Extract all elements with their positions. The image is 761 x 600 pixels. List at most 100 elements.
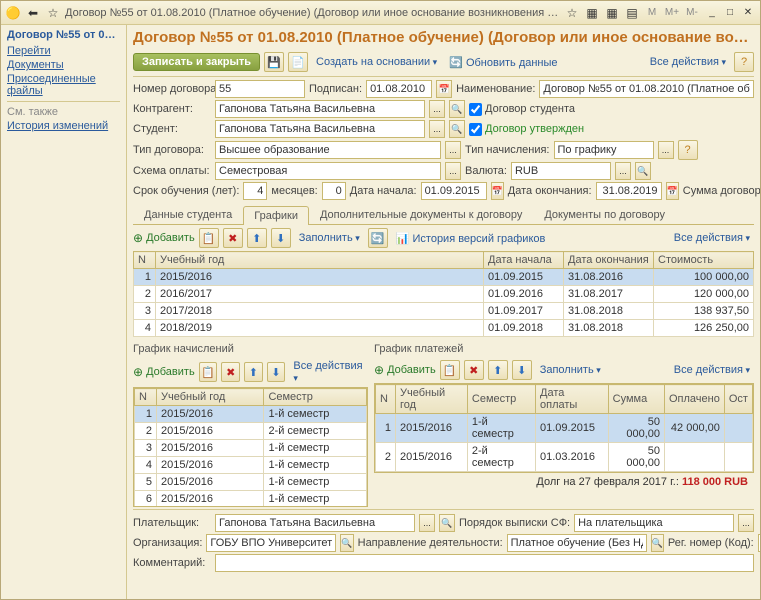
grid-icon[interactable]: ▦ (604, 5, 620, 21)
all-actions-button[interactable]: Все действия (646, 56, 730, 68)
star-icon[interactable]: ☆ (45, 5, 61, 21)
help-icon[interactable]: ? (734, 52, 754, 72)
counterparty-search-btn[interactable]: 🔍 (449, 100, 465, 118)
accrual-delete-icon[interactable]: ✖ (221, 362, 240, 382)
table-row[interactable]: 32017/201801.09.201731.08.2018138 937,50 (134, 303, 754, 320)
table-row[interactable]: 12015/20161-й семестр (135, 406, 367, 423)
accrual-table[interactable]: N Учебный год Семестр 12015/20161-й семе… (134, 388, 367, 507)
end-date-input[interactable] (596, 182, 662, 200)
m-plus-btn[interactable]: M+ (664, 5, 680, 21)
payer-input[interactable] (215, 514, 415, 532)
save-close-button[interactable]: Записать и закрыть (133, 53, 260, 71)
approved-checkbox[interactable]: Договор утвержден (469, 123, 584, 136)
payment-add-button[interactable]: Добавить (374, 363, 436, 377)
table-row[interactable]: 22015/20162-й семестр01.03.201650 000,00 (376, 443, 753, 472)
counterparty-select-btn[interactable]: ... (429, 100, 445, 118)
graph-fill-button[interactable]: Заполнить (295, 232, 364, 244)
maximize-btn[interactable]: □ (722, 6, 738, 20)
create-based-button[interactable]: Создать на основании (312, 56, 441, 68)
graph-down-icon[interactable]: ⬇ (271, 228, 291, 248)
calc-icon[interactable]: ▤ (624, 5, 640, 21)
org-input[interactable] (206, 534, 336, 552)
payment-scheme-input[interactable] (215, 162, 441, 180)
tab-additional-docs[interactable]: Дополнительные документы к договору (309, 205, 533, 224)
table-row[interactable]: 12015/20161-й семестр01.09.201550 000,00… (376, 414, 753, 443)
table-row[interactable]: 42015/20161-й семестр (135, 457, 367, 474)
graph-refresh-icon[interactable]: 🔄 (368, 228, 388, 248)
tab-student-data[interactable]: Данные студента (133, 205, 243, 224)
type-input[interactable] (215, 141, 441, 159)
refresh-button[interactable]: 🔄 Обновить данные (445, 56, 561, 69)
payer-search-btn[interactable]: 🔍 (439, 514, 455, 532)
sf-order-input[interactable] (574, 514, 734, 532)
sidebar-link-docs[interactable]: Документы (7, 59, 120, 71)
graph-up-icon[interactable]: ⬆ (247, 228, 267, 248)
close-btn[interactable]: ✕ (740, 6, 756, 20)
term-months-input[interactable] (322, 182, 346, 200)
graph-delete-icon[interactable]: ✖ (223, 228, 243, 248)
graph-all-actions[interactable]: Все действия (670, 232, 754, 244)
direction-btn[interactable]: 🔍 (651, 534, 664, 552)
sf-order-btn[interactable]: ... (738, 514, 754, 532)
accrual-add-button[interactable]: Добавить (133, 365, 195, 379)
payment-table[interactable]: N Учебный год Семестр Дата оплаты Сумма … (375, 384, 753, 472)
payment-scheme-btn[interactable]: ... (445, 162, 461, 180)
payer-btn[interactable]: ... (419, 514, 435, 532)
start-date-btn[interactable]: 📅 (491, 182, 504, 200)
table-row[interactable]: 12015/201601.09.201531.08.2016100 000,00 (134, 269, 754, 286)
student-select-btn[interactable]: ... (429, 120, 445, 138)
table-row[interactable]: 42018/201901.09.201831.08.2018126 250,00 (134, 320, 754, 337)
graph-table[interactable]: N Учебный год Дата начала Дата окончания… (133, 251, 754, 337)
m-btn[interactable]: M (644, 5, 660, 21)
direction-input[interactable] (507, 534, 647, 552)
tab-contract-docs[interactable]: Документы по договору (533, 205, 676, 224)
reg-num-input[interactable] (758, 534, 760, 552)
term-years-input[interactable] (243, 182, 267, 200)
currency-btn[interactable]: ... (615, 162, 631, 180)
type-select-btn[interactable]: ... (445, 141, 461, 159)
accrual-all-actions[interactable]: Все действия (289, 360, 368, 384)
signed-date-btn[interactable]: 📅 (436, 80, 452, 98)
payment-down-icon[interactable]: ⬇ (512, 360, 532, 380)
currency-search-btn[interactable]: 🔍 (635, 162, 651, 180)
payment-delete-icon[interactable]: ✖ (464, 360, 484, 380)
save-icon[interactable]: 💾 (264, 52, 284, 72)
accrual-copy-icon[interactable]: 📋 (199, 362, 218, 382)
fav-icon[interactable]: ☆ (564, 5, 580, 21)
sidebar-link-goto[interactable]: Перейти (7, 45, 120, 57)
tab-schedules[interactable]: Графики (243, 206, 309, 225)
graph-history-button[interactable]: 📊 История версий графиков (392, 232, 550, 245)
org-btn[interactable]: 🔍 (340, 534, 353, 552)
accrual-type-input[interactable] (554, 141, 654, 159)
table-row[interactable]: 62015/20161-й семестр (135, 491, 367, 508)
graph-copy-icon[interactable]: 📋 (199, 228, 219, 248)
signed-input[interactable] (366, 80, 432, 98)
payment-fill-button[interactable]: Заполнить (536, 364, 605, 376)
comment-input[interactable] (215, 554, 754, 572)
doc-icon[interactable]: 📄 (288, 52, 308, 72)
accrual-type-btn[interactable]: ... (658, 141, 674, 159)
counterparty-input[interactable] (215, 100, 425, 118)
m-minus-btn[interactable]: M- (684, 5, 700, 21)
student-contract-checkbox[interactable]: Договор студента (469, 103, 575, 116)
accrual-help-icon[interactable]: ? (678, 140, 698, 160)
accrual-down-icon[interactable]: ⬇ (267, 362, 286, 382)
end-date-btn[interactable]: 📅 (666, 182, 679, 200)
payment-up-icon[interactable]: ⬆ (488, 360, 508, 380)
payment-all-actions[interactable]: Все действия (670, 364, 754, 376)
accrual-up-icon[interactable]: ⬆ (244, 362, 263, 382)
table-row[interactable]: 22015/20162-й семестр (135, 423, 367, 440)
payment-copy-icon[interactable]: 📋 (440, 360, 460, 380)
table-row[interactable]: 22016/201701.09.201631.08.2017120 000,00 (134, 286, 754, 303)
contract-num-input[interactable] (215, 80, 305, 98)
currency-input[interactable] (511, 162, 611, 180)
sidebar-link-files[interactable]: Присоединенные файлы (7, 73, 120, 97)
table-row[interactable]: 52015/20161-й семестр (135, 474, 367, 491)
graph-add-button[interactable]: Добавить (133, 231, 195, 245)
name-input[interactable] (539, 80, 754, 98)
minimize-btn[interactable]: _ (704, 6, 720, 20)
student-search-btn[interactable]: 🔍 (449, 120, 465, 138)
back-icon[interactable]: ⬅ (25, 5, 41, 21)
tool-icon[interactable]: ▦ (584, 5, 600, 21)
start-date-input[interactable] (421, 182, 487, 200)
